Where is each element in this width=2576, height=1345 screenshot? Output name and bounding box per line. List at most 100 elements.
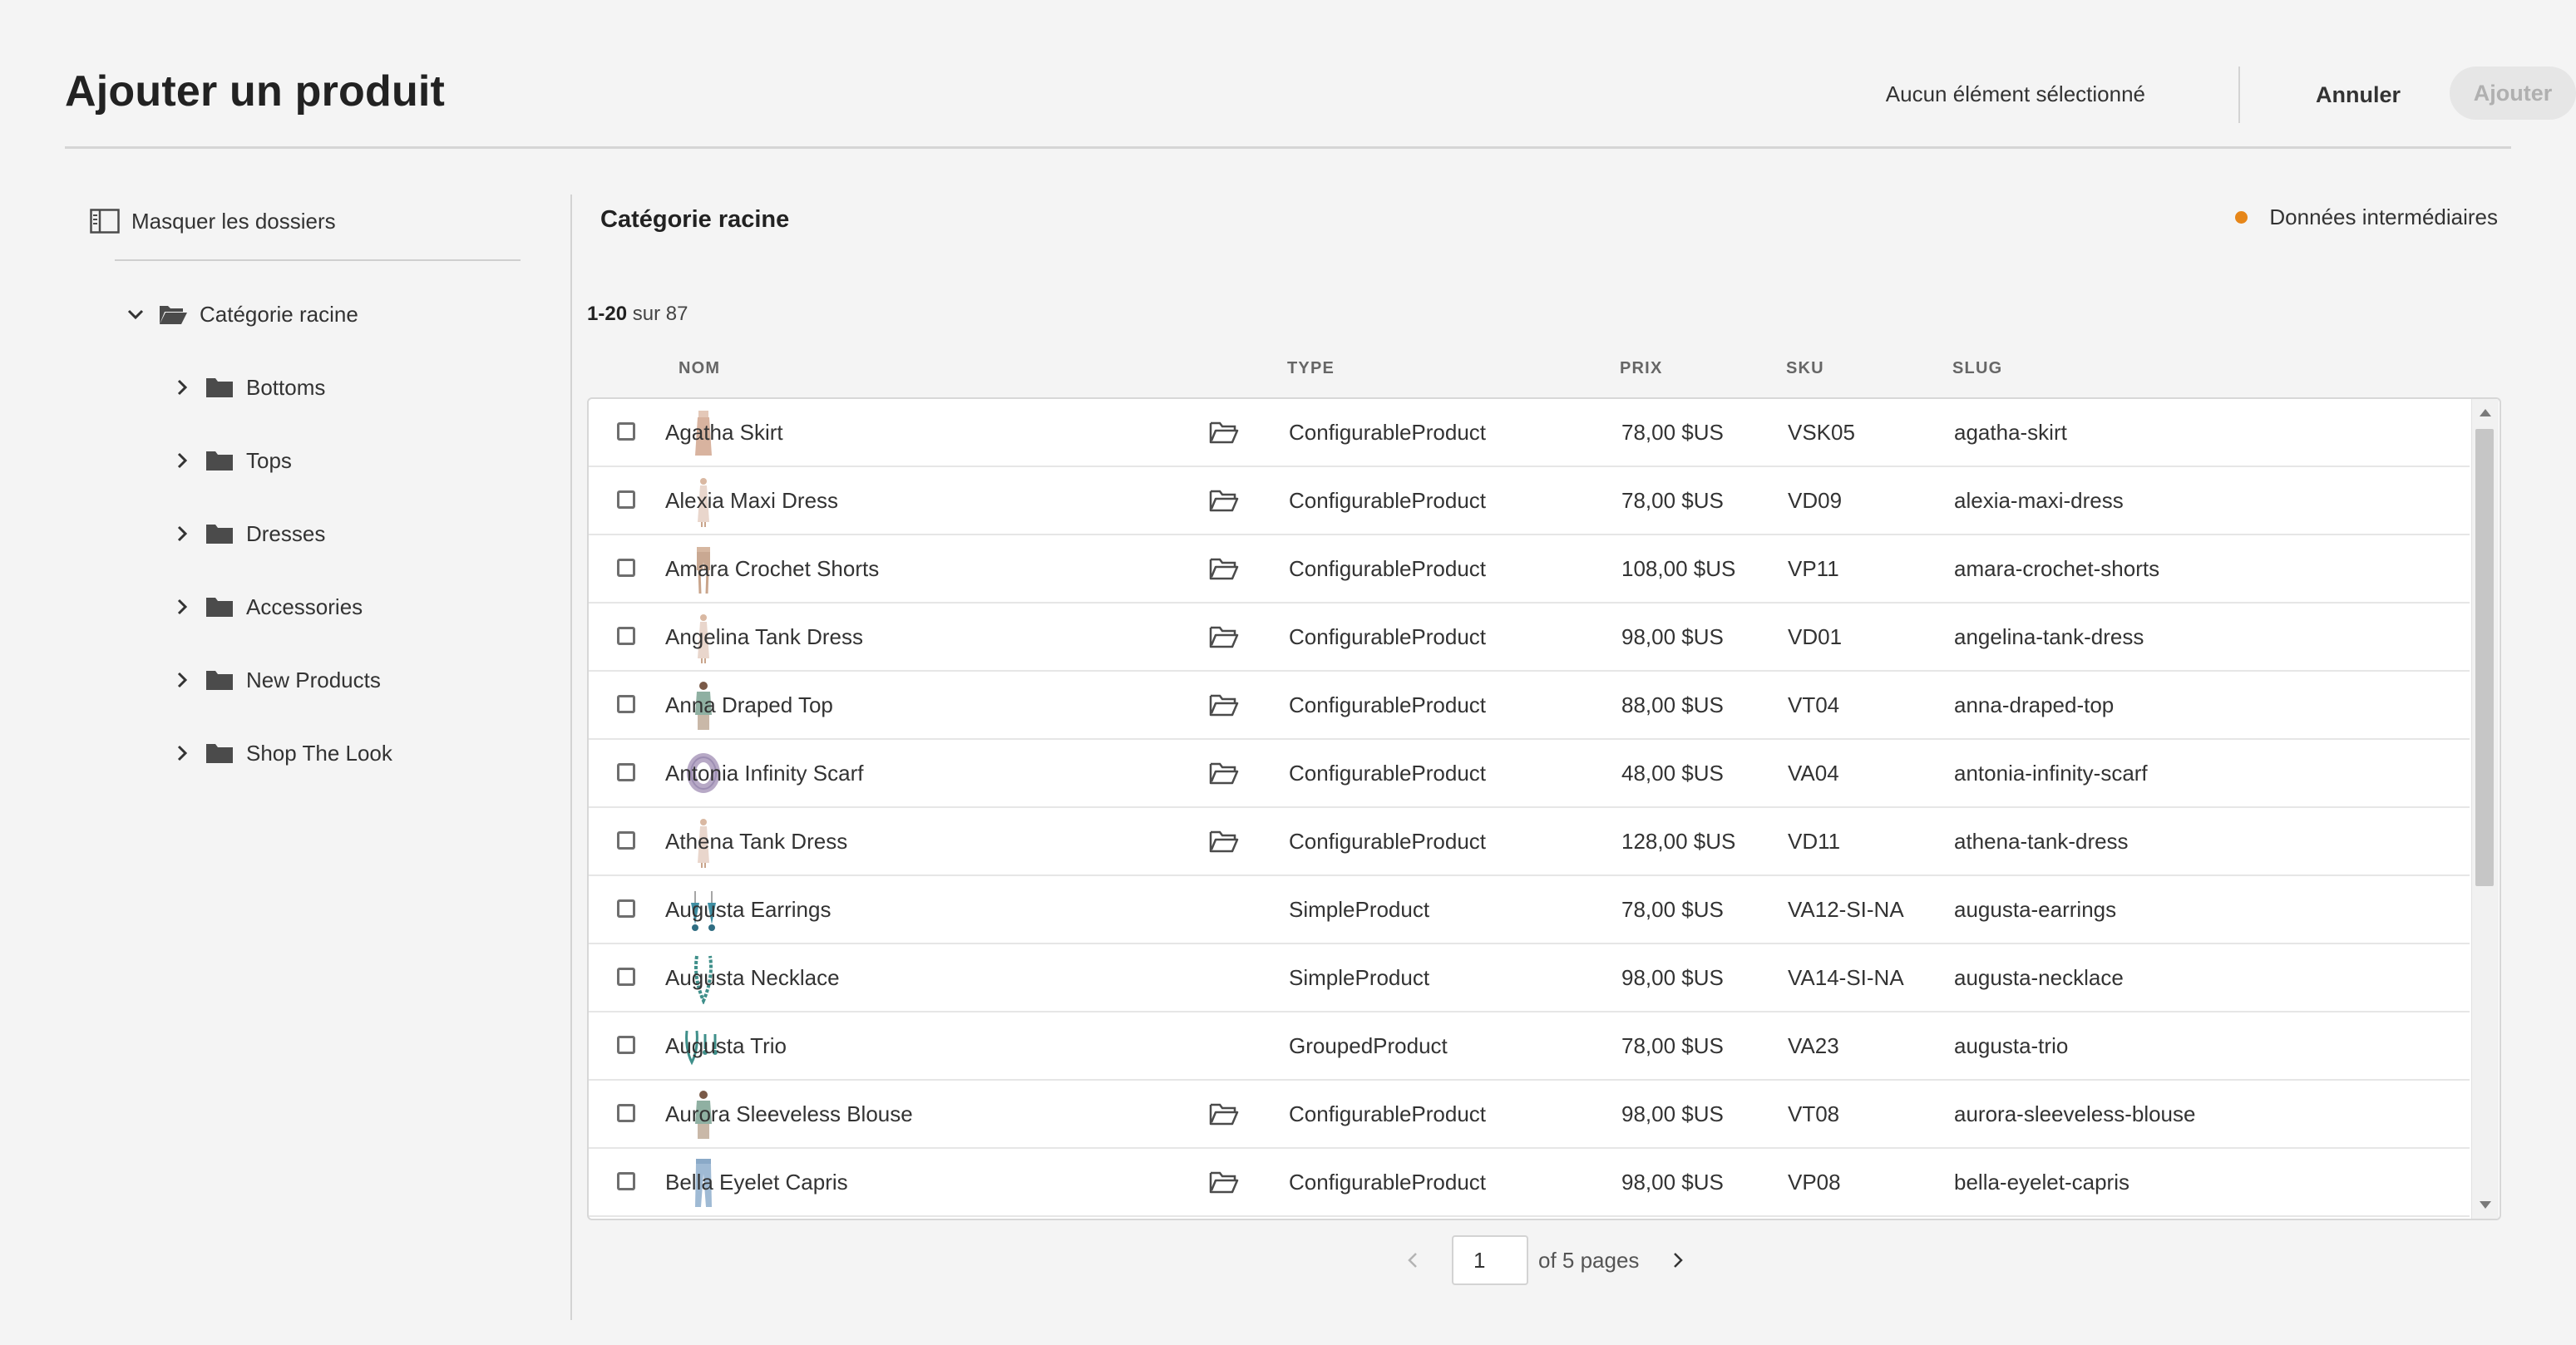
product-name: Agatha Skirt <box>665 420 783 445</box>
tree-item-root[interactable]: Catégorie racine <box>125 296 358 333</box>
product-sku: VA14-SI-NA <box>1788 965 1904 990</box>
row-checkbox[interactable] <box>617 968 635 986</box>
product-slug: alexia-maxi-dress <box>1954 488 2124 513</box>
product-price: 48,00 $US <box>1621 761 1724 786</box>
sidebar-divider <box>570 195 572 1320</box>
tree-item-bottoms[interactable]: Bottoms <box>171 369 325 406</box>
folder-icon <box>206 451 233 471</box>
table-row[interactable]: Anna Draped Top ConfigurableProduct 88,00 … <box>589 672 2470 740</box>
chevron-right-icon[interactable] <box>171 523 193 544</box>
product-sku: VD09 <box>1788 488 1843 513</box>
scroll-thumb[interactable] <box>2475 429 2494 886</box>
add-button[interactable]: Ajouter <box>2450 67 2576 120</box>
folder-open-icon[interactable] <box>1209 557 1239 580</box>
chevron-down-icon[interactable] <box>125 303 146 325</box>
next-page-button[interactable] <box>1661 1244 1694 1277</box>
tree-item-dresses[interactable]: Dresses <box>171 515 325 552</box>
product-price: 98,00 $US <box>1621 1170 1724 1195</box>
previous-page-button[interactable] <box>1397 1244 1430 1277</box>
folder-icon <box>206 671 233 690</box>
product-price: 128,00 $US <box>1621 829 1736 854</box>
row-checkbox[interactable] <box>617 1036 635 1054</box>
chevron-right-icon[interactable] <box>171 742 193 764</box>
product-sku: VD01 <box>1788 624 1843 649</box>
folder-open-icon[interactable] <box>1209 1102 1239 1126</box>
folder-open-icon <box>160 306 187 324</box>
row-checkbox[interactable] <box>617 831 635 850</box>
table-row[interactable]: Augusta Necklace SimpleProduct 98,00 $US VA… <box>589 944 2470 1012</box>
column-header-type[interactable]: TYPE <box>1287 359 1335 378</box>
product-price: 98,00 $US <box>1621 965 1724 990</box>
row-checkbox[interactable] <box>617 559 635 577</box>
chevron-right-icon <box>1674 1253 1684 1268</box>
tree-item-accessories[interactable]: Accessories <box>171 589 363 625</box>
chevron-right-icon[interactable] <box>171 377 193 398</box>
hide-folders-toggle[interactable]: Masquer les dossiers <box>90 206 336 236</box>
folder-open-icon[interactable] <box>1209 421 1239 444</box>
result-count: 1-20 sur 87 <box>587 303 688 326</box>
tree-item-tops[interactable]: Tops <box>171 442 292 479</box>
product-type: GroupedProduct <box>1289 1033 1448 1058</box>
row-checkbox[interactable] <box>617 763 635 781</box>
staging-dot-icon <box>2235 211 2248 224</box>
product-price: 88,00 $US <box>1621 692 1724 717</box>
chevron-right-icon[interactable] <box>171 596 193 618</box>
chevron-right-icon[interactable] <box>171 669 193 691</box>
tree-item-new-products[interactable]: New Products <box>171 662 381 698</box>
folder-open-icon[interactable] <box>1209 489 1239 512</box>
cancel-button[interactable]: Annuler <box>2283 67 2433 123</box>
product-type: SimpleProduct <box>1289 897 1430 922</box>
table-row[interactable]: Aurora Sleeveless Blouse ConfigurableProd… <box>589 1081 2470 1149</box>
page-number-input[interactable] <box>1452 1235 1528 1285</box>
product-name: Augusta Earrings <box>665 897 832 922</box>
row-checkbox[interactable] <box>617 1172 635 1190</box>
row-checkbox[interactable] <box>617 627 635 645</box>
row-checkbox[interactable] <box>617 899 635 918</box>
table-row[interactable]: Augusta Trio GroupedProduct 78,00 $US VA23 a… <box>589 1012 2470 1081</box>
table-row[interactable]: Bella Eyelet Capris ConfigurableProduct 98… <box>589 1149 2470 1217</box>
scroll-up-arrow-icon[interactable] <box>2480 409 2491 416</box>
table-row[interactable]: Alexia Maxi Dress ConfigurableProduct 78,0… <box>589 467 2470 535</box>
table-row[interactable]: Amara Crochet Shorts ConfigurableProduct 1… <box>589 535 2470 604</box>
row-checkbox[interactable] <box>617 490 635 509</box>
tree-item-shop-the-look[interactable]: Shop The Look <box>171 735 392 771</box>
folder-icon <box>206 525 233 544</box>
selection-status: Aucun élément sélectionné <box>1885 81 2145 106</box>
product-price: 78,00 $US <box>1621 897 1724 922</box>
product-type: ConfigurableProduct <box>1289 1170 1487 1195</box>
folder-open-icon[interactable] <box>1209 761 1239 785</box>
legend-label: Données intermédiaires <box>2269 204 2498 229</box>
tree-item-label: Dresses <box>246 520 326 546</box>
column-header-name[interactable]: NOM <box>679 359 720 378</box>
column-header-price[interactable]: PRIX <box>1620 359 1662 378</box>
product-type: ConfigurableProduct <box>1289 556 1487 581</box>
column-header-sku[interactable]: SKU <box>1786 359 1824 378</box>
product-slug: antonia-infinity-scarf <box>1954 761 2148 786</box>
table-row[interactable]: Agatha Skirt ConfigurableProduct 78,00 $US… <box>589 399 2470 467</box>
tree-item-label: Accessories <box>246 594 363 619</box>
table-row[interactable]: Angelina Tank Dress ConfigurableProduct 98… <box>589 604 2470 672</box>
scroll-down-arrow-icon[interactable] <box>2480 1201 2491 1209</box>
row-checkbox[interactable] <box>617 1104 635 1122</box>
product-name: Augusta Necklace <box>665 965 840 990</box>
chevron-right-icon[interactable] <box>171 450 193 471</box>
product-sku: VSK05 <box>1788 420 1855 445</box>
folder-open-icon[interactable] <box>1209 625 1239 648</box>
product-sku: VA12-SI-NA <box>1788 897 1904 922</box>
product-slug: amara-crochet-shorts <box>1954 556 2160 581</box>
table-scrollbar[interactable] <box>2471 399 2499 1219</box>
page-count-label: of 5 pages <box>1538 1247 1640 1273</box>
folder-open-icon[interactable] <box>1209 693 1239 717</box>
folder-open-icon[interactable] <box>1209 1170 1239 1194</box>
table-row[interactable]: Athena Tank Dress ConfigurableProduct 128,… <box>589 808 2470 876</box>
table-row[interactable]: Augusta Earrings SimpleProduct 78,00 $US VA… <box>589 876 2470 944</box>
table-row[interactable]: Antonia Infinity Scarf ConfigurableProduc… <box>589 740 2470 808</box>
product-slug: angelina-tank-dress <box>1954 624 2144 649</box>
folder-open-icon[interactable] <box>1209 830 1239 853</box>
row-checkbox[interactable] <box>617 695 635 713</box>
row-checkbox[interactable] <box>617 422 635 441</box>
product-sku: VT04 <box>1788 692 1840 717</box>
column-header-slug[interactable]: SLUG <box>1952 359 2002 378</box>
staging-legend: Données intermédiaires <box>2235 204 2498 230</box>
product-price: 108,00 $US <box>1621 556 1736 581</box>
